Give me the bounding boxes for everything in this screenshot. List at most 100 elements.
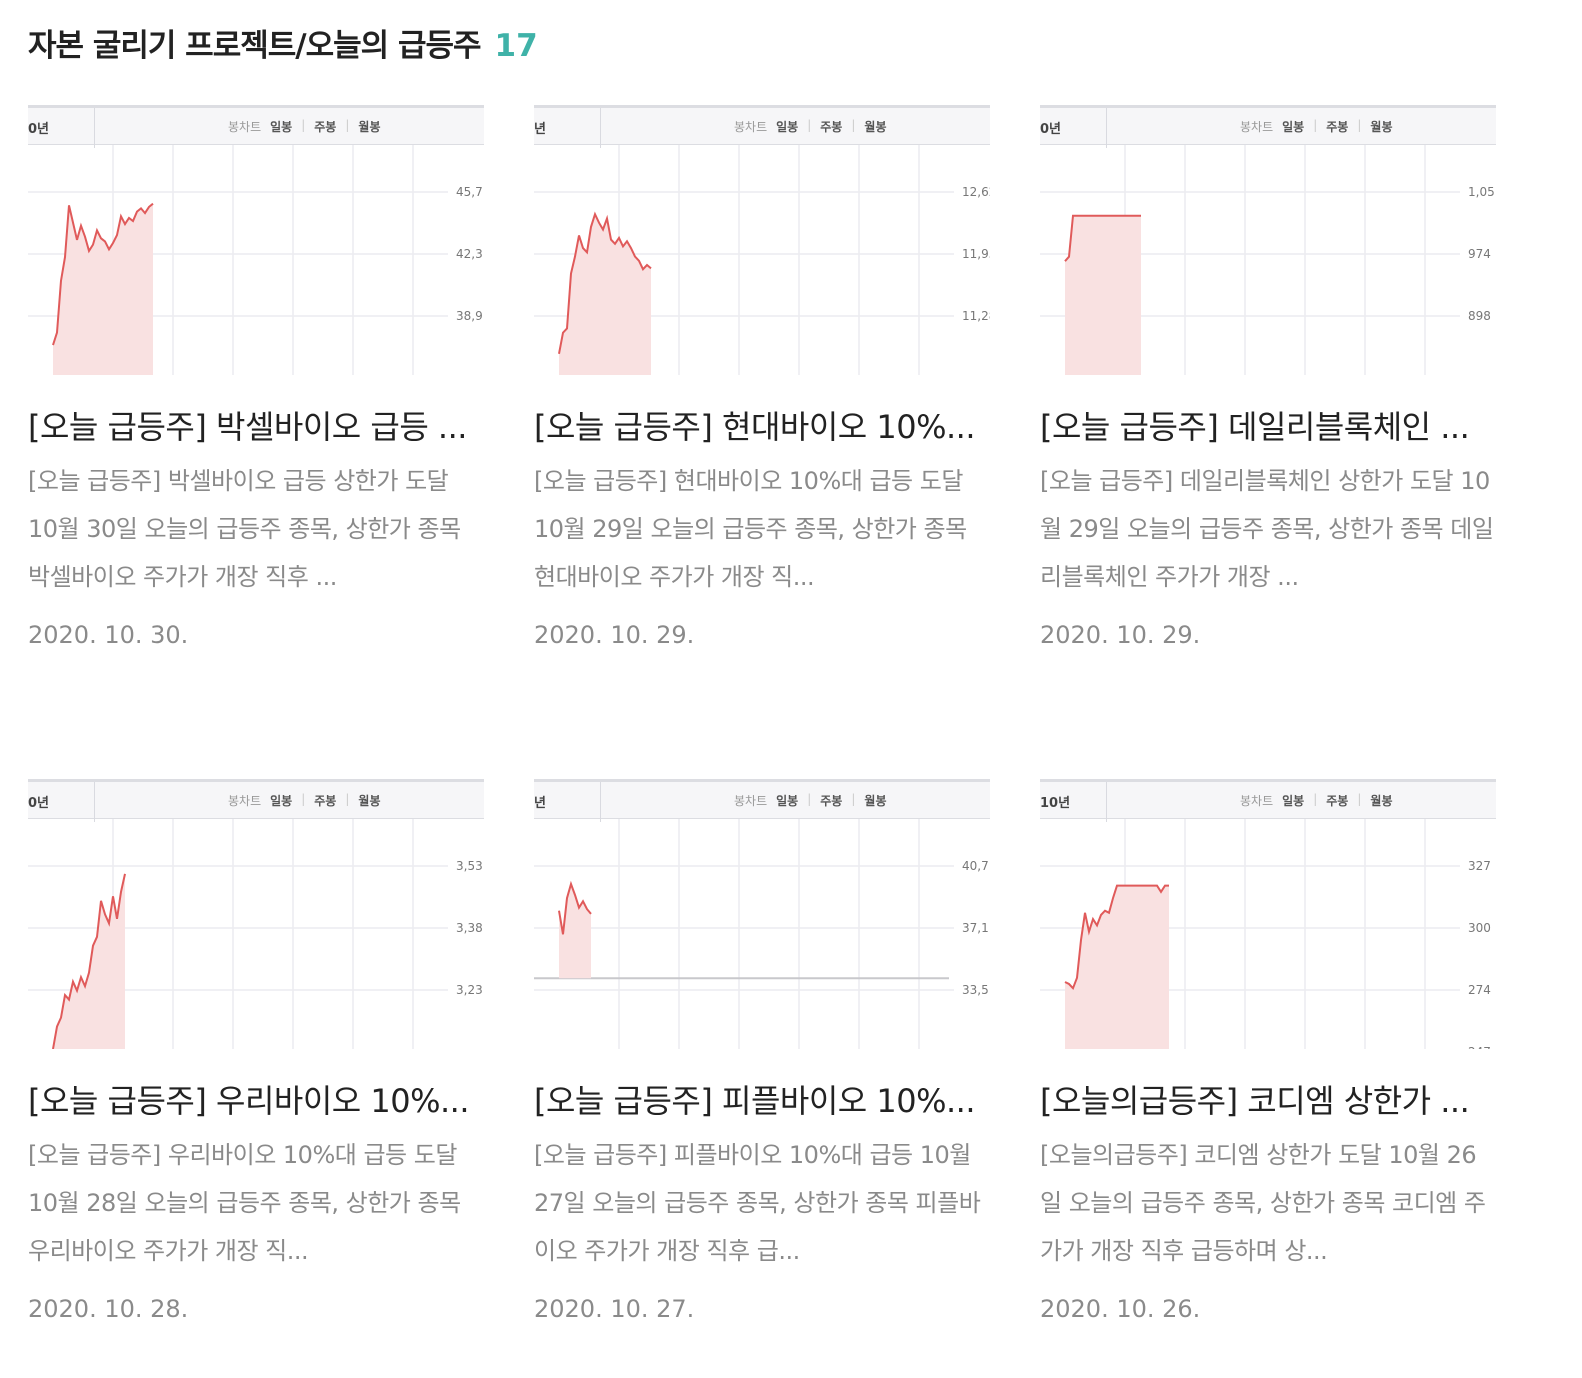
post-title[interactable]: [오늘 급등주] 우리바이오 10%... <box>28 1079 484 1123</box>
tab-separator: | <box>807 792 812 806</box>
tab-separator: | <box>807 118 812 132</box>
tab-separator: | <box>1357 118 1362 132</box>
tab-candle-chart: 봉차트 <box>1240 794 1274 808</box>
tab-week: 주봉 <box>1326 120 1349 134</box>
axis-tick-label: 38,9 <box>456 309 483 323</box>
post-excerpt: [오늘 급등주] 데일리블록체인 상한가 도달 10월 29일 오늘의 급등주 … <box>1040 467 1494 591</box>
chart-toolbar: 년 봉차트 일봉 | 주봉 | 월봉 <box>534 105 990 148</box>
tab-day: 일봉 <box>1282 120 1305 134</box>
tab-separator: | <box>1313 118 1318 132</box>
tab-separator: | <box>301 118 306 132</box>
tab-candle-chart: 봉차트 <box>734 794 768 808</box>
post-title[interactable]: [오늘 급등주] 데일리블록체인 ... <box>1040 405 1496 449</box>
tab-month: 월봉 <box>1370 120 1393 134</box>
axis-tick-label: 3,53 <box>456 859 483 873</box>
post-thumbnail[interactable]: 년 봉차트 일봉 | 주봉 | 월봉 12,62 11,95 11,28 <box>534 105 990 375</box>
axis-tick-label: 300 <box>1468 921 1491 935</box>
tab-month: 월봉 <box>864 794 887 808</box>
chart-period-label: 년 <box>534 796 546 811</box>
price-chart: 12,62 11,95 11,28 <box>534 145 990 375</box>
tab-week: 주봉 <box>820 120 843 134</box>
price-chart: 327 300 274 247 <box>1040 819 1491 1049</box>
post-excerpt: [오늘 급등주] 현대바이오 10%대 급등 도달 10월 29일 오늘의 급등… <box>534 467 967 591</box>
chart-tabs: 봉차트 일봉 | 주봉 | 월봉 <box>734 118 887 135</box>
price-area <box>559 214 651 375</box>
price-chart: 1,05 974 898 <box>1040 145 1495 375</box>
tab-day: 일봉 <box>270 120 293 134</box>
post-thumbnail[interactable]: 10년 봉차트 일봉 | 주봉 | 월봉 327 300 274 247 <box>1040 779 1496 1049</box>
chart-toolbar: 0년 봉차트 일봉 | 주봉 | 월봉 <box>28 105 484 148</box>
axis-tick-label: 40,7 <box>962 859 989 873</box>
axis-tick-label: 12,62 <box>962 185 990 199</box>
tab-separator: | <box>345 118 350 132</box>
tab-week: 주봉 <box>314 794 337 808</box>
post-card[interactable]: 0년 봉차트 일봉 | 주봉 | 월봉 3,53 3,38 3,23 [오늘 급등주… <box>28 779 484 1347</box>
post-excerpt: [오늘 급등주] 우리바이오 10%대 급등 도달 10월 28일 오늘의 급등… <box>28 1141 461 1265</box>
axis-tick-label: 974 <box>1468 247 1491 261</box>
post-excerpt: [오늘 급등주] 피플바이오 10%대 급등 10월 27일 오늘의 급등주 종… <box>534 1141 981 1265</box>
post-card[interactable]: 10년 봉차트 일봉 | 주봉 | 월봉 327 300 274 247 [오늘의급등… <box>1040 779 1496 1347</box>
axis-tick-label: 11,95 <box>962 247 990 261</box>
post-title[interactable]: [오늘 급등주] 피플바이오 10%... <box>534 1079 990 1123</box>
tab-week: 주봉 <box>1326 794 1349 808</box>
tab-candle-chart: 봉차트 <box>228 120 262 134</box>
tab-month: 월봉 <box>864 120 887 134</box>
post-grid: 0년 봉차트 일봉 | 주봉 | 월봉 45,7 42,3 38,9 [오늘 급등주… <box>28 105 1528 1347</box>
chart-period-label: 10년 <box>1040 796 1071 811</box>
post-thumbnail[interactable]: 0년 봉차트 일봉 | 주봉 | 월봉 1,05 974 898 <box>1040 105 1496 375</box>
chart-period-label: 0년 <box>28 796 50 811</box>
tab-month: 월봉 <box>358 120 381 134</box>
price-chart: 45,7 42,3 38,9 <box>28 145 483 375</box>
post-thumbnail[interactable]: 0년 봉차트 일봉 | 주봉 | 월봉 3,53 3,38 3,23 <box>28 779 484 1049</box>
tab-separator: | <box>345 792 350 806</box>
post-thumbnail[interactable]: 0년 봉차트 일봉 | 주봉 | 월봉 45,7 42,3 38,9 <box>28 105 484 375</box>
price-chart: 3,53 3,38 3,23 <box>28 819 483 1049</box>
post-excerpt: [오늘 급등주] 박셀바이오 급등 상한가 도달 10월 30일 오늘의 급등주… <box>28 467 461 591</box>
tab-day: 일봉 <box>1282 794 1305 808</box>
post-date: 2020. 10. 27. <box>534 1295 695 1323</box>
post-card[interactable]: 0년 봉차트 일봉 | 주봉 | 월봉 45,7 42,3 38,9 [오늘 급등주… <box>28 105 484 673</box>
axis-tick-label: 3,23 <box>456 983 483 997</box>
post-card[interactable]: 년 봉차트 일봉 | 주봉 | 월봉 40,7 37,1 33,5 [오늘 급등주]… <box>534 779 990 1347</box>
post-title[interactable]: [오늘 급등주] 현대바이오 10%... <box>534 405 990 449</box>
tab-day: 일봉 <box>776 794 799 808</box>
axis-tick-label: 1,05 <box>1468 185 1495 199</box>
tab-separator: | <box>1357 792 1362 806</box>
toolbar-divider <box>1106 108 1107 148</box>
category-title[interactable]: 자본 굴리기 프로젝트/오늘의 급등주 <box>28 20 481 65</box>
toolbar-divider <box>94 782 95 822</box>
chart-tabs: 봉차트 일봉 | 주봉 | 월봉 <box>228 792 381 809</box>
post-thumbnail[interactable]: 년 봉차트 일봉 | 주봉 | 월봉 40,7 37,1 33,5 <box>534 779 990 1049</box>
post-title[interactable]: [오늘의급등주] 코디엠 상한가 ... <box>1040 1079 1496 1123</box>
tab-month: 월봉 <box>1370 794 1393 808</box>
post-date: 2020. 10. 29. <box>1040 621 1201 649</box>
axis-tick-label: 37,1 <box>962 921 989 935</box>
post-title[interactable]: [오늘 급등주] 박셀바이오 급등 ... <box>28 405 484 449</box>
tab-week: 주봉 <box>820 794 843 808</box>
post-date: 2020. 10. 30. <box>28 621 189 649</box>
chart-period-label: 0년 <box>1040 122 1062 137</box>
price-area <box>1065 215 1141 375</box>
toolbar-divider <box>600 782 601 822</box>
axis-tick-label: 11,28 <box>962 309 990 323</box>
axis-tick-label: 33,5 <box>962 983 989 997</box>
post-card[interactable]: 년 봉차트 일봉 | 주봉 | 월봉 12,62 11,95 11,28 [오늘 급… <box>534 105 990 673</box>
tab-week: 주봉 <box>314 120 337 134</box>
axis-tick-label: 3,38 <box>456 921 483 935</box>
post-card[interactable]: 0년 봉차트 일봉 | 주봉 | 월봉 1,05 974 898 [오늘 급등주] … <box>1040 105 1496 673</box>
toolbar-divider <box>1106 782 1107 822</box>
tab-day: 일봉 <box>270 794 293 808</box>
chart-toolbar: 0년 봉차트 일봉 | 주봉 | 월봉 <box>28 779 484 822</box>
chart-toolbar: 0년 봉차트 일봉 | 주봉 | 월봉 <box>1040 105 1496 148</box>
chart-period-label: 년 <box>534 122 546 137</box>
chart-tabs: 봉차트 일봉 | 주봉 | 월봉 <box>734 792 887 809</box>
post-excerpt: [오늘의급등주] 코디엠 상한가 도달 10월 26일 오늘의 급등주 종목, … <box>1040 1141 1486 1265</box>
price-chart: 40,7 37,1 33,5 <box>534 819 989 1049</box>
tab-candle-chart: 봉차트 <box>1240 120 1274 134</box>
post-date: 2020. 10. 26. <box>1040 1295 1201 1323</box>
page-header: 자본 굴리기 프로젝트/오늘의 급등주 17 <box>28 20 538 65</box>
price-area <box>1065 885 1169 1049</box>
toolbar-divider <box>600 108 601 148</box>
tab-candle-chart: 봉차트 <box>228 794 262 808</box>
axis-tick-label: 42,3 <box>456 247 483 261</box>
